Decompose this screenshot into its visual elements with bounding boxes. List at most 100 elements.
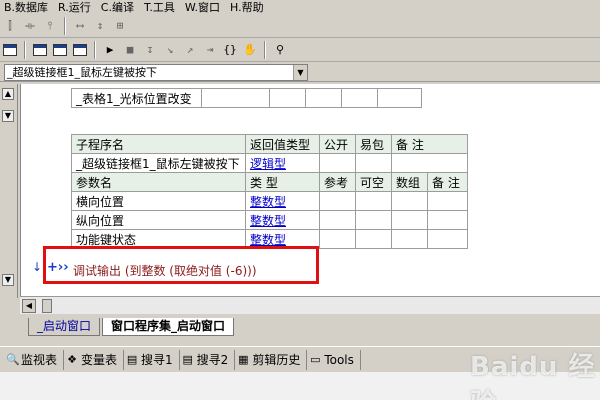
menubar: B.数据库 R.运行 C.编译 T.工具 W.窗口 H.帮助 [0,0,600,14]
hand-icon[interactable]: ✋ [241,41,259,59]
code-editor[interactable]: _表格1_光标位置改变 子程序名 返回值类型 公开 易包 备 注 _超级链接框1… [20,84,600,296]
step-icon[interactable]: ↧ [141,41,159,59]
table-cell[interactable] [355,229,392,249]
header-cell: 数组 [391,172,428,192]
scroll-thumb[interactable] [42,299,52,313]
table-cell[interactable] [391,229,428,249]
menu-window[interactable]: W.窗口 [181,1,226,14]
search2-icon: ▤ [182,352,193,366]
chevron-down-icon[interactable]: ▼ [2,274,14,286]
left-panel: ▲ ▼ ▼ [0,84,18,298]
toolbar-layout: ⫿ ⟛ ⫯ ⟷ ↕ ⊞ [0,14,600,38]
table-cell[interactable] [269,88,306,108]
menu-compile[interactable]: C.编译 [97,1,140,14]
table-row: 子程序名 返回值类型 公开 易包 备 注 [71,134,468,154]
tab-window-assembly[interactable]: 窗口程序集_启动窗口 [102,318,235,336]
dock-label: 监视表 [21,353,58,367]
table-row: 纵向位置 整数型 [71,210,468,230]
table-cell[interactable] [341,88,378,108]
print-icon[interactable] [1,41,19,59]
header-cell: 备 注 [391,134,468,154]
width-icon[interactable]: ⟷ [71,17,89,35]
table-cell[interactable] [427,210,468,230]
layout1-icon[interactable] [31,41,49,59]
table-row: _超级链接框1_鼠标左键被按下 逻辑型 [71,153,468,173]
menu-help[interactable]: H.帮助 [226,1,270,14]
editor-tabs: _启动窗口 窗口程序集_启动窗口 [0,316,600,338]
table-cell[interactable] [355,210,392,230]
dock-watch[interactable]: 🔍 监视表 [4,349,65,370]
horizontal-scrollbar[interactable]: ◀ [20,296,600,314]
header-cell: 易包 [355,134,392,154]
param-type-cell[interactable]: 整数型 [245,210,320,230]
align-right-icon[interactable]: ⫯ [41,17,59,35]
header-cell: 参考 [319,172,356,192]
code-line[interactable]: ↓ +›› 调试输出 (到整数 (取绝对值 (-6))) [21,246,321,284]
align-left-icon[interactable]: ⫿ [1,17,19,35]
step-into-icon[interactable]: ↘ [161,41,179,59]
table-cell[interactable] [427,229,468,249]
param-name-cell[interactable]: 纵向位置 [71,210,246,230]
return-type-cell[interactable]: 逻辑型 [245,153,320,173]
header-cell: 公开 [319,134,356,154]
layout3-icon[interactable] [71,41,89,59]
sub-name-cell[interactable]: _超级链接框1_鼠标左键被按下 [71,153,246,173]
find-icon[interactable]: ⚲ [271,41,289,59]
tab-startup-window[interactable]: _启动窗口 [28,318,101,336]
dock-label: 剪辑历史 [252,353,301,367]
toolbar-separator [264,40,266,59]
dock-clip-history[interactable]: ▦ 剪辑历史 [235,349,308,370]
table-cell[interactable] [427,191,468,211]
table-cell[interactable] [319,153,356,173]
table-cell[interactable] [319,191,356,211]
run-to-icon[interactable]: ⇥ [201,41,219,59]
layout2-icon[interactable] [51,41,69,59]
dock-label: 搜寻2 [196,353,229,367]
dock-tools[interactable]: ▭ Tools [307,349,361,370]
header-cell: 类 型 [245,172,320,192]
table-cell[interactable] [391,191,428,211]
step-out-icon[interactable]: ↗ [181,41,199,59]
dock-search1[interactable]: ▤ 搜寻1 [124,349,180,370]
clipboard-icon: ▦ [238,352,249,366]
table-cell[interactable]: _表格1_光标位置改变 [71,88,202,108]
chevron-up-icon[interactable]: ▲ [2,88,14,100]
scroll-left-icon[interactable]: ◀ [22,299,36,313]
bottom-dock: 🔍 监视表 ❖ 变量表 ▤ 搜寻1 ▤ 搜寻2 ▦ 剪辑历史 ▭ Tools [0,346,600,372]
param-type-cell[interactable]: 整数型 [245,191,320,211]
run-icon[interactable]: ▶ [101,41,119,59]
table-cell[interactable] [391,210,428,230]
table-cell[interactable] [391,153,468,173]
height-icon[interactable]: ↕ [91,17,109,35]
align-center-icon[interactable]: ⟛ [21,17,39,35]
table-row: 横向位置 整数型 [71,191,468,211]
table-cell[interactable] [319,229,356,249]
chevron-down-icon[interactable]: ▼ [293,65,307,80]
menu-run[interactable]: R.运行 [54,1,97,14]
menu-database[interactable]: B.数据库 [0,1,54,14]
menu-tools[interactable]: T.工具 [140,1,181,14]
header-cell: 子程序名 [71,134,246,154]
table-cell[interactable] [377,88,422,108]
subroutine-dropdown[interactable]: _超级链接框1_鼠标左键被按下 ▼ [4,64,308,81]
dock-variables[interactable]: ❖ 变量表 [64,349,125,370]
arrow-down-icon: ↓ [32,260,43,274]
dock-label: Tools [324,352,354,367]
same-size-icon[interactable]: ⊞ [111,17,129,35]
dock-search2[interactable]: ▤ 搜寻2 [180,349,236,370]
param-name-cell[interactable]: 横向位置 [71,191,246,211]
table-cell[interactable] [319,210,356,230]
table-cell[interactable] [201,88,270,108]
highlight-box [43,246,319,284]
stop-icon[interactable]: ■ [121,41,139,59]
table-cell[interactable] [305,88,342,108]
breakpoint-icon[interactable]: {} [221,41,239,59]
table-cell[interactable] [355,153,392,173]
chevron-down-icon[interactable]: ▼ [2,110,14,122]
subroutine-dropdown-value: _超级链接框1_鼠标左键被按下 [7,66,157,79]
header-cell: 返回值类型 [245,134,320,154]
table-row: 参数名 类 型 参考 可空 数组 备 注 [71,172,468,192]
header-cell: 可空 [355,172,392,192]
subroutine-bar: _超级链接框1_鼠标左键被按下 ▼ [0,62,600,82]
table-cell[interactable] [355,191,392,211]
